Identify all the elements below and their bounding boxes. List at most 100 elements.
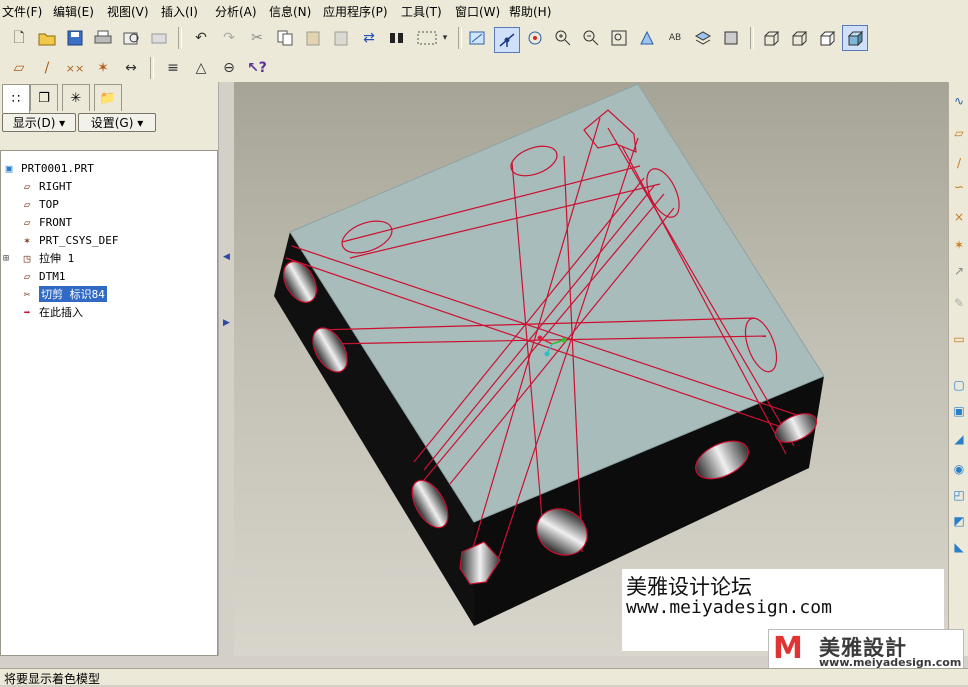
part-icon: ▣ [5,161,13,175]
appearance-icon[interactable] [720,27,742,49]
cut-icon[interactable]: ✂ [246,27,268,49]
hole-tool-icon[interactable]: ◉ [951,462,967,480]
shading-icon[interactable] [842,25,868,51]
layers-tab[interactable]: ❐ [30,84,58,111]
new-file-icon[interactable]: 🗋 [8,27,30,49]
datum-plane-tool-icon[interactable]: ▱ [951,126,967,144]
paste-special-icon[interactable] [330,27,352,49]
datum-plane-icon: ▱ [23,215,31,229]
revolve-tool-icon[interactable]: ▢ [951,378,967,396]
panel-splitter[interactable]: ◀ ▶ [218,82,235,656]
favorites-tab[interactable]: ✳ [62,84,90,111]
zoom-in-icon[interactable] [552,27,574,49]
tree-item[interactable]: ▣ PRT0001.PRT [1,159,94,177]
sketch-plane-icon[interactable]: ≡ [162,57,184,79]
collapse-arrow-icon[interactable]: ▶ [223,318,230,328]
no-hidden-icon[interactable] [816,27,838,49]
redo-icon[interactable]: ↷ [218,27,240,49]
hidden-line-icon[interactable] [788,27,810,49]
spin-center-icon[interactable] [494,27,520,53]
model-tree: ▣ PRT0001.PRT ▱ RIGHT ▱ TOP ▱ FRONT ✶ PRT_CSYS_DE… [0,150,218,656]
menu-window[interactable]: 窗口(W) [455,3,500,20]
open-folder-icon[interactable] [36,27,58,49]
layers-icon[interactable] [692,27,714,49]
tree-item-label: DTM1 [39,269,66,283]
copy-icon[interactable] [274,27,296,49]
mail-icon[interactable] [148,27,170,49]
menu-help[interactable]: 帮助(H) [509,3,551,20]
rib-tool-icon[interactable]: ◩ [951,514,967,532]
datum-axis-tool-icon[interactable]: / [951,156,967,174]
paste-icon[interactable] [302,27,324,49]
menu-tools[interactable]: 工具(T) [401,3,442,20]
pen-tool-icon[interactable]: ✎ [951,296,967,314]
menu-applications[interactable]: 应用程序(P) [323,3,388,20]
expand-icon[interactable]: ⊞ [3,253,9,264]
menu-edit[interactable]: 编辑(E) [53,3,94,20]
menu-view[interactable]: 视图(V) [107,3,149,20]
refit-icon[interactable] [608,27,630,49]
datum-curve-tool-icon[interactable]: ∽ [951,180,967,198]
sketch-curve-icon[interactable]: ∿ [951,94,967,112]
print-icon[interactable] [92,27,114,49]
analysis-tool-icon[interactable]: ↗ [951,264,967,282]
logo-mark: M [773,631,803,666]
tree-item[interactable]: ➡ 在此插入 [19,303,83,321]
menu-insert[interactable]: 插入(I) [161,3,198,20]
datum-planes-icon[interactable] [466,27,488,49]
main-toolbar: 🗋 ↶ ↷ ✂ ⇄ ▾ AB [0,22,968,54]
send-icon[interactable] [120,27,142,49]
context-help-icon[interactable]: ↖? [246,57,268,79]
wireframe-icon[interactable] [760,27,782,49]
menu-file[interactable]: 文件(F) [2,3,42,20]
orient-icon[interactable] [524,27,546,49]
datum-point-tool-icon[interactable]: × [951,210,967,228]
undo-icon[interactable]: ↶ [190,27,212,49]
insert-here-arrow-icon: ➡ [23,305,31,319]
reorient-icon[interactable] [636,27,658,49]
select-box-icon[interactable] [414,27,440,49]
feature-toolbar: ∿ ▱ / ∽ × ✶ ↗ ✎ ▭ ▢ ▣ ◢ ◉ ◰ ◩ ◣ [948,82,968,656]
datum-plane-icon: ▱ [23,197,31,211]
rename-icon[interactable]: AB [664,27,686,49]
menu-analysis[interactable]: 分析(A) [215,3,257,20]
regenerate-icon[interactable]: ⇄ [358,27,380,49]
tree-item[interactable]: ▱ TOP [19,195,59,213]
datum-point-display-icon[interactable]: ×× [64,57,86,79]
dimension-icon[interactable]: ↔ [120,57,142,79]
cut-icon: ✂ [23,287,31,301]
folder-tab[interactable]: 📁 [94,84,122,111]
tree-item[interactable]: ▱ FRONT [19,213,72,231]
blend-tool-icon[interactable]: ◢ [951,432,967,450]
zoom-out-icon[interactable] [580,27,602,49]
sketch-tools-icon[interactable]: △ [190,57,212,79]
csys-display-icon[interactable]: ✶ [92,57,114,79]
tree-item-label: FRONT [39,215,73,229]
tree-item-label: PRT0001.PRT [21,161,94,175]
status-message: 将要显示着色模型 [4,672,101,686]
extrude-tool-icon[interactable]: ▭ [951,332,967,350]
csys-tool-icon[interactable]: ✶ [951,238,967,256]
find-icon[interactable] [386,27,408,49]
tree-item[interactable]: ⊞ ◳ 拉伸 1 [3,249,74,267]
menu-info[interactable]: 信息(N) [269,3,311,20]
sweep-tool-icon[interactable]: ▣ [951,404,967,422]
show-dropdown[interactable]: 显示(D) ▾ [2,113,76,132]
tree-item[interactable]: ▱ DTM1 [19,267,66,285]
draft-tool-icon[interactable]: ◣ [951,540,967,558]
settings-dropdown[interactable]: 设置(G) ▾ [78,113,156,132]
tree-item[interactable]: ✶ PRT_CSYS_DEF [19,231,119,249]
dropdown-icon[interactable]: ▾ [440,27,450,49]
collapse-arrow-icon[interactable]: ◀ [223,252,230,262]
datum-axis-display-icon[interactable]: / [36,57,58,79]
status-bar: 将要显示着色模型 [0,668,968,686]
model-tree-tab[interactable]: ∷ [2,84,30,113]
datum-plane-display-icon[interactable]: ▱ [8,57,30,79]
measure-icon[interactable]: ⊖ [218,57,240,79]
tree-item[interactable]: ▱ RIGHT [19,177,72,195]
watermark-url: www.meiyadesign.com [626,597,832,618]
datum-plane-icon: ▱ [23,179,31,193]
tree-item[interactable]: ✂ 切剪 标识84 [19,285,107,303]
shell-tool-icon[interactable]: ◰ [951,488,967,506]
save-icon[interactable] [64,27,86,49]
